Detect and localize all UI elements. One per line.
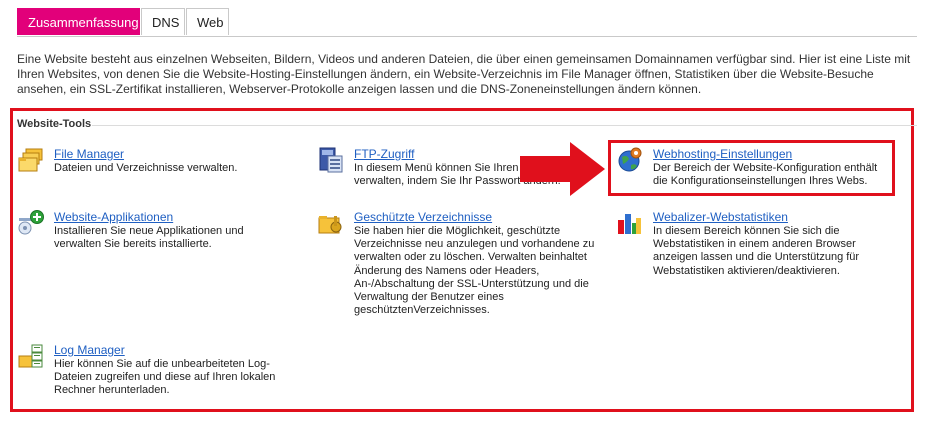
bar-chart-icon bbox=[617, 210, 643, 236]
folders-icon bbox=[18, 147, 44, 173]
tab-zusammenfassung[interactable]: Zusammenfassung bbox=[17, 8, 140, 35]
file-manager-desc: Dateien und Verzeichnisse verwalten. bbox=[54, 162, 238, 174]
section-title: Website-Tools bbox=[17, 118, 92, 130]
tab-web[interactable]: Web bbox=[186, 8, 229, 35]
tool-log-manager: Log Manager Hier können Sie auf die unbe… bbox=[18, 343, 298, 398]
tool-webhosting: Webhosting-Einstellungen Der Bereich der… bbox=[617, 147, 887, 187]
ftp-access-link[interactable]: FTP-Zugriff bbox=[354, 147, 414, 161]
log-files-icon bbox=[18, 343, 44, 369]
webhosting-settings-desc: Der Bereich der Website-Konfiguration en… bbox=[653, 162, 878, 188]
tool-protected-directories: Geschützte Verzeichnisse Sie haben hier … bbox=[318, 210, 598, 320]
webalizer-stats-link[interactable]: Webalizer-Webstatistiken bbox=[653, 210, 788, 224]
protected-directories-link[interactable]: Geschützte Verzeichnisse bbox=[354, 210, 492, 224]
webalizer-stats-desc: In diesem Bereich können Sie sich die We… bbox=[653, 225, 860, 277]
arrow-right-icon bbox=[520, 142, 605, 196]
file-manager-link[interactable]: File Manager bbox=[54, 147, 124, 161]
globe-gear-icon bbox=[617, 147, 643, 173]
log-manager-desc: Hier können Sie auf die unbearbeiteten L… bbox=[54, 358, 276, 397]
ftp-server-icon bbox=[318, 147, 344, 173]
section-divider bbox=[92, 125, 917, 126]
tool-file-manager: File Manager Dateien und Verzeichnisse v… bbox=[18, 147, 298, 187]
tab-dns[interactable]: DNS bbox=[141, 8, 185, 35]
webhosting-settings-link[interactable]: Webhosting-Einstellungen bbox=[653, 147, 792, 161]
website-applications-desc: Installieren Sie neue Applikationen und … bbox=[54, 225, 244, 251]
tab-bar: Zusammenfassung DNS Web bbox=[17, 8, 917, 37]
tool-applications: Website-Applikationen Installieren Sie n… bbox=[18, 210, 298, 250]
add-application-icon bbox=[18, 210, 44, 236]
intro-text: Eine Website besteht aus einzelnen Webse… bbox=[17, 52, 911, 96]
website-applications-link[interactable]: Website-Applikationen bbox=[54, 210, 173, 224]
locked-folder-icon bbox=[318, 210, 344, 236]
tool-webalizer: Webalizer-Webstatistiken In diesem Berei… bbox=[617, 210, 887, 280]
protected-directories-desc: Sie haben hier die Möglichkeit, geschütz… bbox=[354, 225, 595, 317]
log-manager-link[interactable]: Log Manager bbox=[54, 343, 125, 357]
